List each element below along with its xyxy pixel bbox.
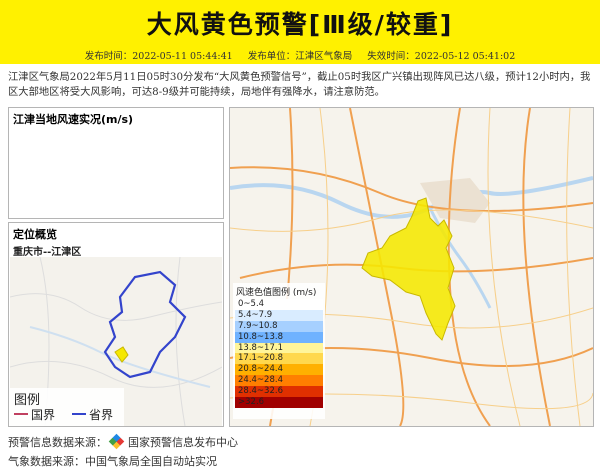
legend-item: 10.8~13.8 bbox=[235, 331, 323, 343]
legend-item: >32.6 bbox=[235, 397, 323, 408]
national-border-label: 国界 bbox=[31, 408, 56, 422]
wind-color-legend: 风速色值图例 (m/s) 0~5.4 5.4~7.9 7.9~10.8 10.8… bbox=[233, 283, 325, 419]
warning-title: 大风黄色预警[Ⅲ级/较重] bbox=[146, 10, 454, 39]
source-logo-icon bbox=[108, 433, 124, 450]
legend-item: 20.8~24.4 bbox=[235, 364, 323, 376]
location-subtitle: 重庆市--江津区 bbox=[13, 247, 82, 258]
location-panel-title: 定位概览 bbox=[13, 228, 57, 241]
legend-item: 24.4~28.4 bbox=[235, 375, 323, 387]
wind-panel-title: 江津当地风速实况(m/s) bbox=[13, 113, 134, 126]
publish-time: 发布时间：2022-05-11 05:44:41 bbox=[84, 51, 233, 62]
wind-speed-panel: 江津当地风速实况(m/s) bbox=[8, 107, 224, 219]
warning-meta: 发布时间：2022-05-11 05:44:41 发布单位：江津区气象局 失效时… bbox=[0, 48, 600, 62]
province-border-label: 省界 bbox=[89, 408, 114, 422]
legend-item: 17.1~20.8 bbox=[235, 353, 323, 365]
legend-item: 5.4~7.9 bbox=[235, 309, 323, 321]
warning-description: 江津区气象局2022年5月11日05时30分发布“大风黄色预警信号”，截止05时… bbox=[8, 71, 591, 98]
source-label: 预警信息数据来源： bbox=[8, 436, 107, 449]
weather-source: 气象数据来源：中国气象局全国自动站实况 bbox=[8, 455, 217, 468]
legend-item: 0~5.4 bbox=[235, 299, 323, 310]
legend-item: 13.8~17.1 bbox=[235, 342, 323, 354]
province-border-line bbox=[72, 413, 86, 415]
legend-item: 28.4~32.6 bbox=[235, 386, 323, 398]
legend-item: 7.9~10.8 bbox=[235, 320, 323, 332]
legend-title: 风速色值图例 (m/s) bbox=[236, 288, 317, 298]
source-line: 预警信息数据来源： 国家预警信息发布中心 bbox=[8, 433, 238, 450]
publisher: 发布单位：江津区气象局 bbox=[247, 51, 353, 62]
national-border-line bbox=[14, 413, 28, 415]
expire-time: 失效时间：2022-05-12 05:41:02 bbox=[367, 51, 516, 62]
source-name[interactable]: 国家预警信息发布中心 bbox=[128, 436, 238, 449]
overview-legend: 图例 国界 省界 bbox=[10, 388, 124, 426]
